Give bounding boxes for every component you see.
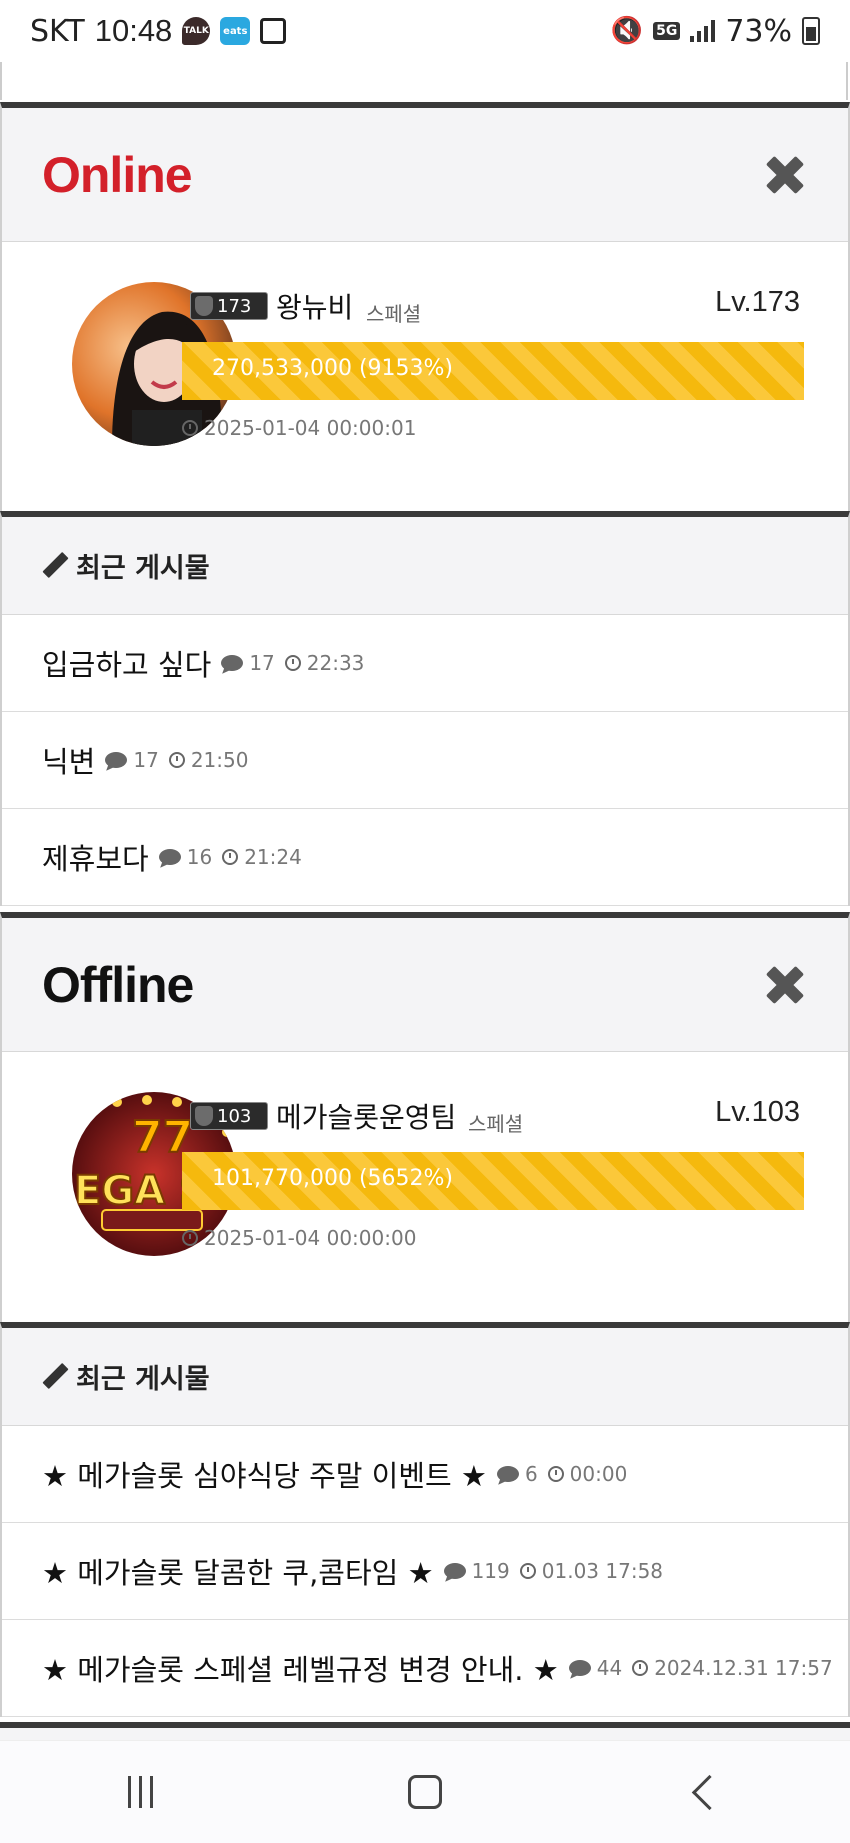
post-title[interactable]: 닉변 xyxy=(42,739,95,781)
last-login: 2025-01-04 00:00:00 xyxy=(182,1226,416,1250)
comment-icon xyxy=(443,1563,466,1579)
post-time: 2024.12.31 17:57 xyxy=(632,1656,833,1680)
shield-icon xyxy=(195,1106,213,1126)
post-time: 01.03 17:58 xyxy=(519,1559,663,1583)
android-nav-bar xyxy=(0,1740,850,1843)
previous-section-edge xyxy=(0,62,850,103)
post-time: 00:00 xyxy=(547,1462,627,1486)
clock-icon xyxy=(519,1563,536,1579)
recent-title: 최근 게시물 xyxy=(76,553,210,584)
badge-level-text: 173 xyxy=(217,295,252,317)
comment-icon xyxy=(568,1660,591,1676)
post-title[interactable]: ★ 메가슬롯 달콤한 쿠,콤타임 ★ xyxy=(42,1550,434,1592)
comment-icon xyxy=(105,752,128,768)
post-title[interactable]: ★ 메가슬롯 심야식당 주말 이벤트 ★ xyxy=(42,1453,487,1495)
battery-level: 73% xyxy=(725,13,792,49)
kakaotalk-icon: TALK xyxy=(182,17,211,45)
clock-icon xyxy=(222,849,239,865)
comment-count: 17 xyxy=(221,651,275,675)
last-login-date: 2025-01-04 00:00:00 xyxy=(204,1226,417,1250)
post-item[interactable]: ★ 메가슬롯 심야식당 주말 이벤트 ★ 6 00:00 xyxy=(2,1426,848,1523)
clock-icon xyxy=(168,752,185,768)
status-right: 🔇 5G 73% xyxy=(611,14,820,49)
next-panel-edge xyxy=(0,1722,850,1740)
post-item[interactable]: 제휴보다 16 21:24 xyxy=(2,809,848,906)
eats-icon: eats xyxy=(220,17,251,45)
back-icon[interactable] xyxy=(692,1774,728,1810)
home-icon[interactable] xyxy=(407,1775,442,1809)
battery-icon xyxy=(802,17,820,45)
post-title[interactable]: 제휴보다 xyxy=(42,836,149,878)
shield-icon xyxy=(195,296,213,316)
network-label: 5G xyxy=(653,22,681,40)
online-panel: Online 173 왕뉴비 스페셜 Lv.173 270,533,000 (9… xyxy=(0,102,850,514)
nickname[interactable]: 메가슬롯운영팀 xyxy=(276,1096,456,1136)
exp-bar: 101,770,000 (5652%) xyxy=(182,1152,804,1210)
carrier: SKT xyxy=(30,13,85,49)
online-title: Online xyxy=(42,146,193,203)
online-header: Online xyxy=(2,108,848,242)
exp-text: 270,533,000 (9153%) xyxy=(212,356,454,381)
level-badge: 103 xyxy=(190,1102,268,1130)
offline-recent-posts: 최근 게시물 ★ 메가슬롯 심야식당 주말 이벤트 ★ 6 00:00 ★ 메가… xyxy=(0,1322,850,1717)
last-login-date: 2025-01-04 00:00:01 xyxy=(204,416,417,440)
post-item[interactable]: 입금하고 싶다 17 22:33 xyxy=(2,615,848,712)
recent-header: 최근 게시물 xyxy=(2,517,848,615)
comment-icon xyxy=(158,849,181,865)
clock-icon xyxy=(284,655,301,671)
post-item[interactable]: ★ 메가슬롯 달콤한 쿠,콤타임 ★ 119 01.03 17:58 xyxy=(2,1523,848,1620)
recent-header: 최근 게시물 xyxy=(2,1328,848,1426)
post-time: 21:24 xyxy=(222,845,302,869)
gallery-icon xyxy=(260,18,287,44)
clock: 10:48 xyxy=(94,13,173,48)
comment-count: 6 xyxy=(496,1462,538,1486)
offline-profile: 77 EGA S 103 메가슬롯운영팀 스페셜 Lv.103 101,770,… xyxy=(2,1052,848,1324)
comment-count: 119 xyxy=(443,1559,510,1583)
offline-panel: Offline 77 EGA S 103 메가슬롯운영팀 스페셜 Lv.103 … xyxy=(0,912,850,1324)
post-item[interactable]: 닉변 17 21:50 xyxy=(2,712,848,809)
comment-icon xyxy=(221,655,244,671)
nickname[interactable]: 왕뉴비 xyxy=(276,286,353,326)
level-label: Lv.173 xyxy=(715,286,800,318)
recent-title: 최근 게시물 xyxy=(76,1364,210,1395)
pencil-icon xyxy=(42,1364,68,1390)
post-time: 21:50 xyxy=(168,748,248,772)
comment-count: 17 xyxy=(105,748,159,772)
exp-bar: 270,533,000 (9153%) xyxy=(182,342,804,400)
status-bar: SKT 10:48 TALK eats 🔇 5G 73% xyxy=(0,0,850,62)
clock-icon xyxy=(182,1230,198,1246)
post-title[interactable]: 입금하고 싶다 xyxy=(42,642,211,684)
level-label: Lv.103 xyxy=(715,1096,800,1128)
online-profile: 173 왕뉴비 스페셜 Lv.173 270,533,000 (9153%) 2… xyxy=(2,242,848,514)
status-left: SKT 10:48 TALK eats xyxy=(30,13,287,49)
badge-level-text: 103 xyxy=(217,1105,252,1127)
comment-icon xyxy=(496,1466,519,1482)
rank-label: 스페셜 xyxy=(468,1112,524,1136)
signal-icon xyxy=(690,20,716,42)
offline-header: Offline xyxy=(2,918,848,1052)
clock-icon xyxy=(182,420,198,436)
rank-label: 스페셜 xyxy=(366,302,422,326)
mute-icon: 🔇 xyxy=(610,16,644,46)
close-icon[interactable] xyxy=(762,152,808,198)
last-login: 2025-01-04 00:00:01 xyxy=(182,416,416,440)
pencil-icon xyxy=(42,553,68,579)
offline-title: Offline xyxy=(42,956,194,1013)
level-badge: 173 xyxy=(190,292,268,320)
online-recent-posts: 최근 게시물 입금하고 싶다 17 22:33 닉변 17 21:50 제휴보다… xyxy=(0,511,850,906)
recent-apps-icon[interactable] xyxy=(127,1776,153,1808)
post-item[interactable]: ★ 메가슬롯 스페셜 레벨규정 변경 안내. ★ 44 2024.12.31 1… xyxy=(2,1620,848,1717)
comment-count: 16 xyxy=(158,845,212,869)
post-time: 22:33 xyxy=(284,651,364,675)
clock-icon xyxy=(632,1660,649,1676)
close-icon[interactable] xyxy=(762,962,808,1008)
clock-icon xyxy=(547,1466,564,1482)
exp-text: 101,770,000 (5652%) xyxy=(212,1166,454,1191)
comment-count: 44 xyxy=(568,1656,622,1680)
post-title[interactable]: ★ 메가슬롯 스페셜 레벨규정 변경 안내. ★ xyxy=(42,1647,559,1689)
